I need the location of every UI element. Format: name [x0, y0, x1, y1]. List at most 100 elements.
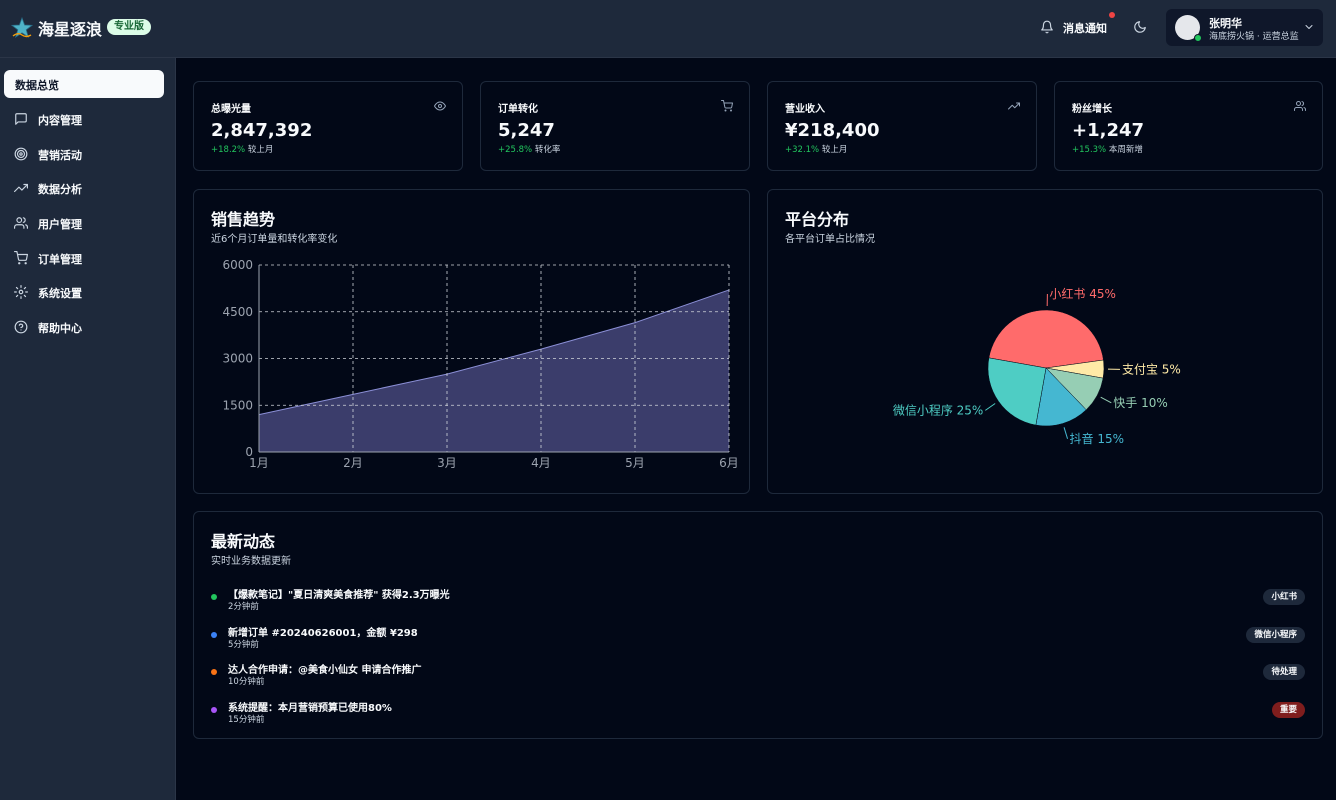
stat-title: 营业收入 — [785, 104, 825, 115]
sidebar-item-content[interactable]: 内容管理 — [4, 105, 164, 133]
activity-text: 达人合作申请：@美食小仙女 申请合作推广 — [228, 665, 422, 676]
pie-slice-label: 微信小程序 25% — [893, 402, 984, 417]
trending-up-icon — [1008, 102, 1020, 110]
y-tick-label: 1500 — [222, 398, 253, 412]
sidebar-item-settings[interactable]: 系统设置 — [4, 278, 164, 306]
sidebar-item-orders[interactable]: 订单管理 — [4, 244, 164, 272]
sidebar-item-label: 帮助中心 — [38, 322, 82, 335]
notifications-button[interactable]: 消息通知 — [1063, 20, 1107, 36]
pie-slice-label: 小红书 45% — [1049, 286, 1116, 301]
shopping-cart-icon — [721, 100, 733, 112]
pie-slice-label: 抖音 15% — [1070, 431, 1125, 446]
sidebar: 数据总览 内容管理 营销活动 数据分析 用户管理 订单管理 系统设置 帮助中心 — [0, 58, 176, 800]
stat-change: +18.2% 较上月 — [211, 145, 274, 155]
stat-card-exposure: 总曝光量 2,847,392 +18.2% 较上月 — [193, 81, 463, 171]
activity-time: 10分钟前 — [228, 677, 265, 687]
panel-title: 最新动态 — [211, 532, 276, 551]
plan-badge: 专业版 — [107, 19, 151, 35]
activity-dot — [211, 631, 217, 638]
activity-item[interactable]: 系统提醒：本月营销预算已使用80% 15分钟前 重要 — [211, 697, 1305, 729]
sidebar-item-label: 系统设置 — [38, 287, 82, 300]
stat-value: +1,247 — [1072, 120, 1145, 141]
activity-text: 系统提醒：本月营销预算已使用80% — [228, 702, 392, 714]
moon-icon[interactable] — [1133, 20, 1147, 34]
chevron-down-icon — [1305, 25, 1313, 29]
activity-time: 15分钟前 — [228, 714, 265, 725]
y-tick-label: 6000 — [222, 258, 253, 272]
online-status-dot — [1194, 34, 1202, 42]
sidebar-item-marketing[interactable]: 营销活动 — [4, 140, 164, 168]
platform-pie-chart: 小红书 45% 支付宝 5% 快手 10% 抖音 15% 微信小程序 25% — [893, 286, 1181, 446]
stat-change: +15.3% 本周新增 — [1072, 145, 1143, 155]
activity-time: 2分钟前 — [228, 602, 259, 612]
activity-dot — [211, 706, 217, 713]
activity-text: 新增订单 #20240626001，金额 ¥298 — [228, 627, 418, 639]
stat-title: 总曝光量 — [211, 104, 251, 115]
panel-subtitle: 实时业务数据更新 — [211, 556, 291, 567]
x-tick-label: 4月 — [531, 456, 551, 470]
pie-label-leader — [1063, 427, 1069, 439]
eye-icon — [434, 101, 446, 111]
sidebar-item-help[interactable]: 帮助中心 — [4, 313, 164, 341]
sales-trend-panel: 销售趋势 近6个月订单量和转化率变化 0 1500 3000 4500 6000 1月 2月… — [193, 189, 750, 494]
activity-item[interactable]: 新增订单 #20240626001，金额 ¥298 5分钟前 微信小程序 — [211, 622, 1305, 654]
sidebar-item-overview[interactable]: 数据总览 — [4, 70, 164, 98]
sidebar-item-label: 数据总览 — [15, 79, 59, 92]
x-tick-label: 1月 — [249, 456, 269, 470]
target-icon — [14, 147, 28, 161]
brand-name[interactable]: 海星逐浪 — [38, 16, 102, 40]
sidebar-item-label: 内容管理 — [38, 114, 82, 127]
x-tick-label: 3月 — [437, 456, 457, 470]
sidebar-item-label: 用户管理 — [38, 218, 82, 231]
settings-icon — [14, 285, 28, 299]
stat-change: +25.8% 转化率 — [498, 145, 561, 155]
pie-slice[interactable] — [987, 357, 1047, 426]
activity-time: 5分钟前 — [228, 639, 259, 650]
sidebar-item-analytics[interactable]: 数据分析 — [4, 174, 164, 202]
activity-tag: 待处理 — [1263, 664, 1305, 680]
pie-slice-label: 支付宝 5% — [1122, 362, 1181, 376]
activity-text: 【爆款笔记】"夏日清爽美食推荐" 获得2.3万曝光 — [228, 590, 450, 601]
x-tick-label: 5月 — [625, 456, 645, 470]
stat-card-conversion: 订单转化 5,247 +25.8% 转化率 — [480, 81, 750, 171]
y-tick-label: 3000 — [222, 352, 253, 366]
starfish-logo-icon — [10, 16, 34, 38]
activity-tag: 微信小程序 — [1246, 626, 1305, 643]
stat-title: 粉丝增长 — [1072, 104, 1112, 115]
help-circle-icon — [14, 320, 28, 334]
trending-up-icon — [14, 183, 28, 193]
x-tick-label: 2月 — [343, 456, 363, 470]
pie-slice[interactable] — [988, 309, 1104, 369]
stat-card-revenue: 营业收入 ¥218,400 +32.1% 较上月 — [767, 81, 1037, 171]
stat-title: 订单转化 — [498, 104, 538, 115]
pie-slice-label: 快手 10% — [1113, 396, 1168, 410]
activity-item[interactable]: 【爆款笔记】"夏日清爽美食推荐" 获得2.3万曝光 2分钟前 小红书 — [211, 584, 1305, 616]
activity-dot — [211, 669, 217, 675]
users-icon — [1294, 101, 1306, 111]
y-tick-label: 4500 — [222, 305, 253, 319]
activity-item[interactable]: 达人合作申请：@美食小仙女 申请合作推广 10分钟前 待处理 — [211, 659, 1305, 691]
user-role: 海底捞火锅 · 运营总监 — [1209, 32, 1299, 42]
users-icon — [14, 217, 28, 229]
sidebar-item-label: 数据分析 — [38, 183, 82, 196]
activity-tag: 小红书 — [1263, 589, 1305, 605]
stat-value: ¥218,400 — [785, 120, 880, 141]
x-tick-label: 6月 — [719, 456, 739, 470]
activity-dot — [211, 594, 217, 600]
stat-value: 2,847,392 — [211, 120, 313, 141]
sales-area-chart: 015003000450060001月 2月 3月 4月 5月 6月 — [222, 258, 739, 470]
stat-change: +32.1% 较上月 — [785, 145, 848, 155]
notification-dot — [1109, 12, 1115, 18]
message-square-icon — [15, 113, 27, 125]
pie-label-leader — [985, 403, 996, 411]
bell-icon[interactable] — [1040, 20, 1054, 34]
activity-tag: 重要 — [1271, 701, 1305, 718]
user-menu[interactable]: 张明华 海底捞火锅 · 运营总监 — [1166, 9, 1323, 46]
stat-value: 5,247 — [498, 120, 555, 141]
top-bar: 海星逐浪 专业版 消息通知 张明华 海底捞火锅 · 运营总监 — [0, 0, 1336, 58]
sidebar-item-users[interactable]: 用户管理 — [4, 209, 164, 237]
pie-label-leader — [1100, 396, 1112, 404]
sidebar-item-label: 营销活动 — [38, 149, 82, 162]
platform-distribution-panel: 平台分布 各平台订单占比情况 小红书 45% 支付宝 5% 快手 10% 抖音 15%… — [767, 189, 1323, 494]
sidebar-item-label: 订单管理 — [38, 253, 82, 266]
